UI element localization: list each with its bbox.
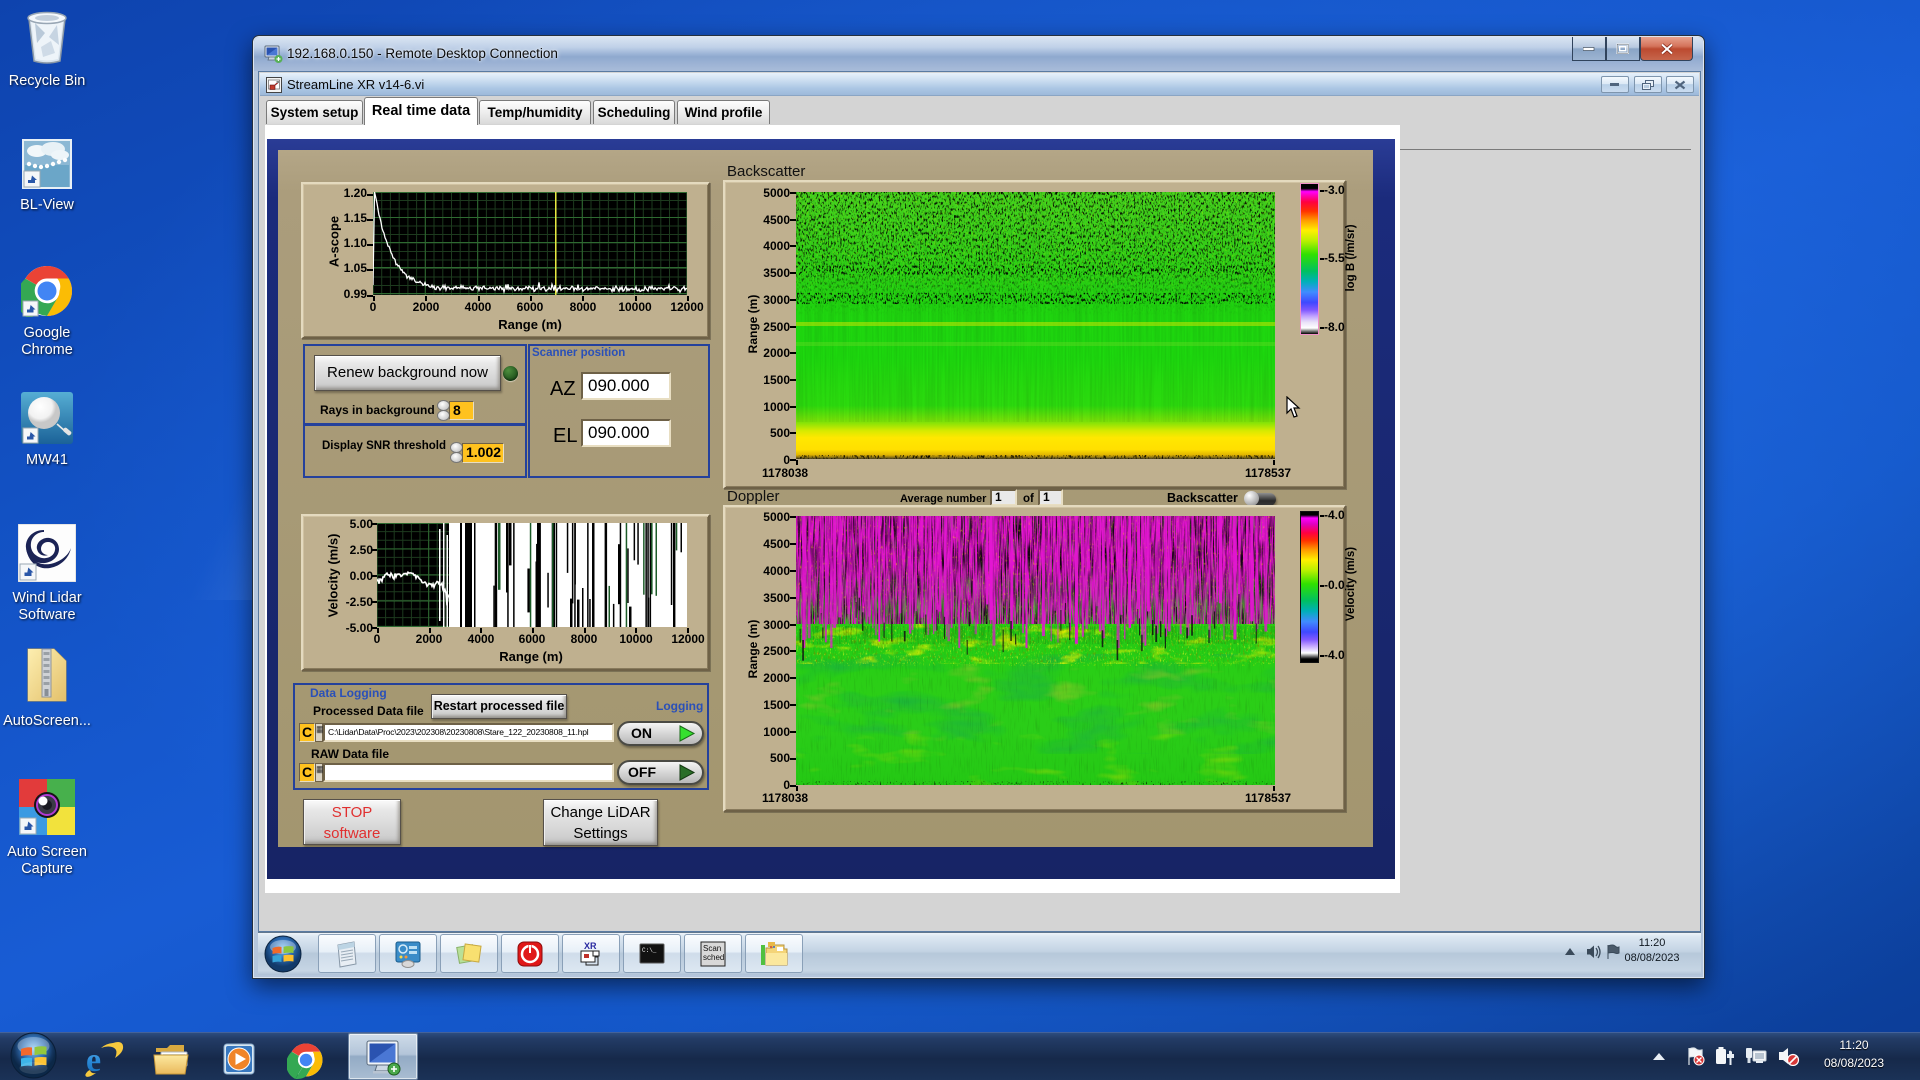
- svg-text:C:\_: C:\_: [642, 947, 657, 954]
- svg-text:sched: sched: [703, 953, 724, 962]
- svg-text:XR: XR: [584, 941, 597, 951]
- svg-text:Scan: Scan: [703, 944, 721, 953]
